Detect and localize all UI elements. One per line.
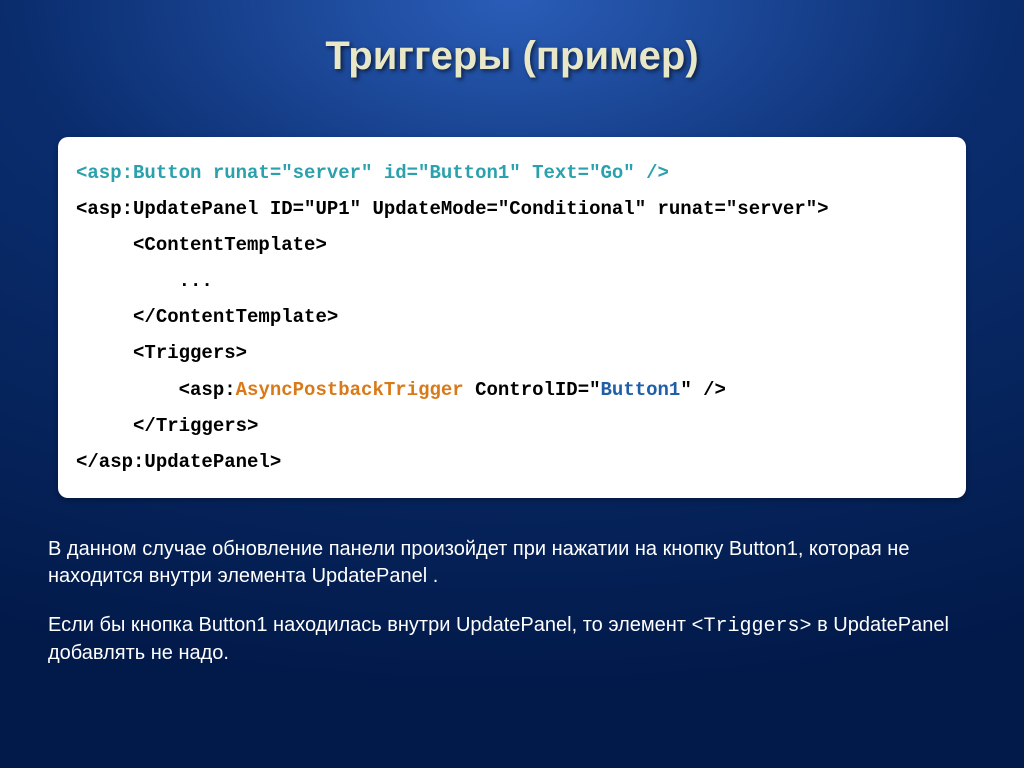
code-example-box: <asp:Button runat="server" id="Button1" … — [58, 137, 966, 498]
code-frag: " /> — [680, 379, 726, 401]
code-line: ... — [76, 263, 948, 299]
code-frag: AsyncPostbackTrigger — [236, 379, 464, 401]
inline-code: <Triggers> — [692, 615, 812, 638]
code-frag: Button1 — [601, 379, 681, 401]
code-line: <asp:AsyncPostbackTrigger ControlID="But… — [76, 372, 948, 408]
code-line: </Triggers> — [76, 408, 948, 444]
text-frag: Если бы кнопка Button1 находилась внутри… — [48, 614, 692, 636]
code-frag: ControlID=" — [464, 379, 601, 401]
code-line: <asp:UpdatePanel ID="UP1" UpdateMode="Co… — [76, 191, 948, 227]
code-line: <ContentTemplate> — [76, 227, 948, 263]
paragraph: Если бы кнопка Button1 находилась внутри… — [48, 612, 976, 667]
code-line: </asp:UpdatePanel> — [76, 444, 948, 480]
code-line: <asp:Button runat="server" id="Button1" … — [76, 155, 948, 191]
description-text: В данном случае обновление панели произо… — [48, 536, 976, 667]
paragraph: В данном случае обновление панели произо… — [48, 536, 976, 590]
code-line: </ContentTemplate> — [76, 299, 948, 335]
code-line: <Triggers> — [76, 335, 948, 371]
slide-title: Триггеры (пример) — [0, 0, 1024, 79]
code-frag: <asp: — [76, 379, 236, 401]
